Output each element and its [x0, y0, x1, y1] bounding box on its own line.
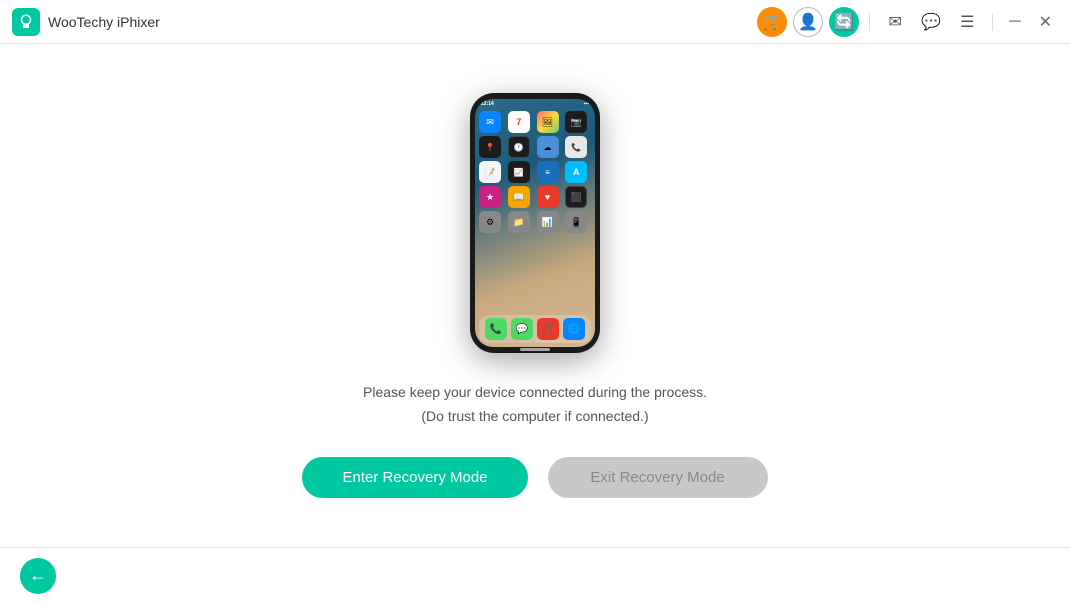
instruction-line2: (Do trust the computer if connected.) [363, 405, 707, 429]
action-buttons: Enter Recovery Mode Exit Recovery Mode [302, 457, 767, 498]
list-item: 📊 [537, 211, 559, 233]
list-item: 🖼 [537, 111, 559, 133]
phone-dock: 📞 💬 🎵 🌐 [479, 315, 591, 343]
user-icon-btn[interactable]: 👤 [793, 7, 823, 37]
dock-safari-icon: 🌐 [563, 318, 585, 340]
dock-phone-icon: 📞 [485, 318, 507, 340]
list-item: 🕐 [508, 136, 530, 158]
dock-messages-icon: 💬 [511, 318, 533, 340]
phone-home-bar [520, 348, 550, 351]
list-item: ⚙ [479, 211, 501, 233]
title-bar-right: 🛒 👤 🔄 ✉ 💬 ☰ ─ ✕ [757, 7, 1058, 37]
close-button[interactable]: ✕ [1033, 12, 1058, 32]
app-title: WooTechy iPhixer [48, 14, 160, 30]
phone-status-bar: 12:14 ▪▪▪ [475, 99, 595, 109]
list-item: ☁ [537, 136, 559, 158]
list-item: ⬛ [565, 186, 587, 208]
dock-music-icon: 🎵 [537, 318, 559, 340]
title-bar: WooTechy iPhixer 🛒 👤 🔄 ✉ 💬 ☰ ─ ✕ [0, 0, 1070, 44]
phone-signal: ▪▪▪ [584, 101, 589, 107]
list-item: 📷 [565, 111, 587, 133]
list-item: 📍 [479, 136, 501, 158]
back-arrow-icon: ← [29, 565, 47, 586]
list-item: ♥ [537, 186, 559, 208]
mail-icon-btn[interactable]: ✉ [880, 7, 910, 37]
back-button[interactable]: ← [20, 558, 56, 594]
exit-recovery-button[interactable]: Exit Recovery Mode [548, 457, 768, 498]
enter-recovery-button[interactable]: Enter Recovery Mode [302, 457, 527, 498]
minimize-button[interactable]: ─ [1003, 13, 1026, 31]
phone-time: 12:14 [481, 101, 494, 107]
bottom-bar: ← [0, 547, 1070, 603]
menu-icon-btn[interactable]: ☰ [952, 7, 982, 37]
instruction-line1: Please keep your device connected during… [363, 381, 707, 405]
list-item: ≡ [537, 161, 559, 183]
phone-app-grid: ✉ 7 🖼 📷 📍 🕐 ☁ 📞 📝 📈 ≡ A ★ 📖 ♥ ⬛ [475, 109, 595, 235]
list-item: 📝 [479, 161, 501, 183]
divider [869, 13, 870, 31]
cart-icon-btn[interactable]: 🛒 [757, 7, 787, 37]
list-item: 📱 [565, 211, 587, 233]
phone-frame: 12:14 ▪▪▪ ✉ 7 🖼 📷 📍 🕐 ☁ 📞 📝 📈 ≡ A [470, 93, 600, 353]
list-item: ✉ [479, 111, 501, 133]
list-item: 📁 [508, 211, 530, 233]
divider2 [992, 13, 993, 31]
chat-icon-btn[interactable]: 💬 [916, 7, 946, 37]
app-logo [12, 8, 40, 36]
update-icon-btn[interactable]: 🔄 [829, 7, 859, 37]
title-bar-left: WooTechy iPhixer [12, 8, 160, 36]
list-item: 📈 [508, 161, 530, 183]
phone-illustration: 12:14 ▪▪▪ ✉ 7 🖼 📷 📍 🕐 ☁ 📞 📝 📈 ≡ A [470, 93, 600, 353]
list-item: 📖 [508, 186, 530, 208]
list-item: A [565, 161, 587, 183]
list-item: 📞 [565, 136, 587, 158]
list-item: 7 [508, 111, 530, 133]
list-item: ★ [479, 186, 501, 208]
instruction-text: Please keep your device connected during… [363, 381, 707, 429]
main-content: 12:14 ▪▪▪ ✉ 7 🖼 📷 📍 🕐 ☁ 📞 📝 📈 ≡ A [0, 44, 1070, 547]
phone-screen: 12:14 ▪▪▪ ✉ 7 🖼 📷 📍 🕐 ☁ 📞 📝 📈 ≡ A [475, 99, 595, 347]
